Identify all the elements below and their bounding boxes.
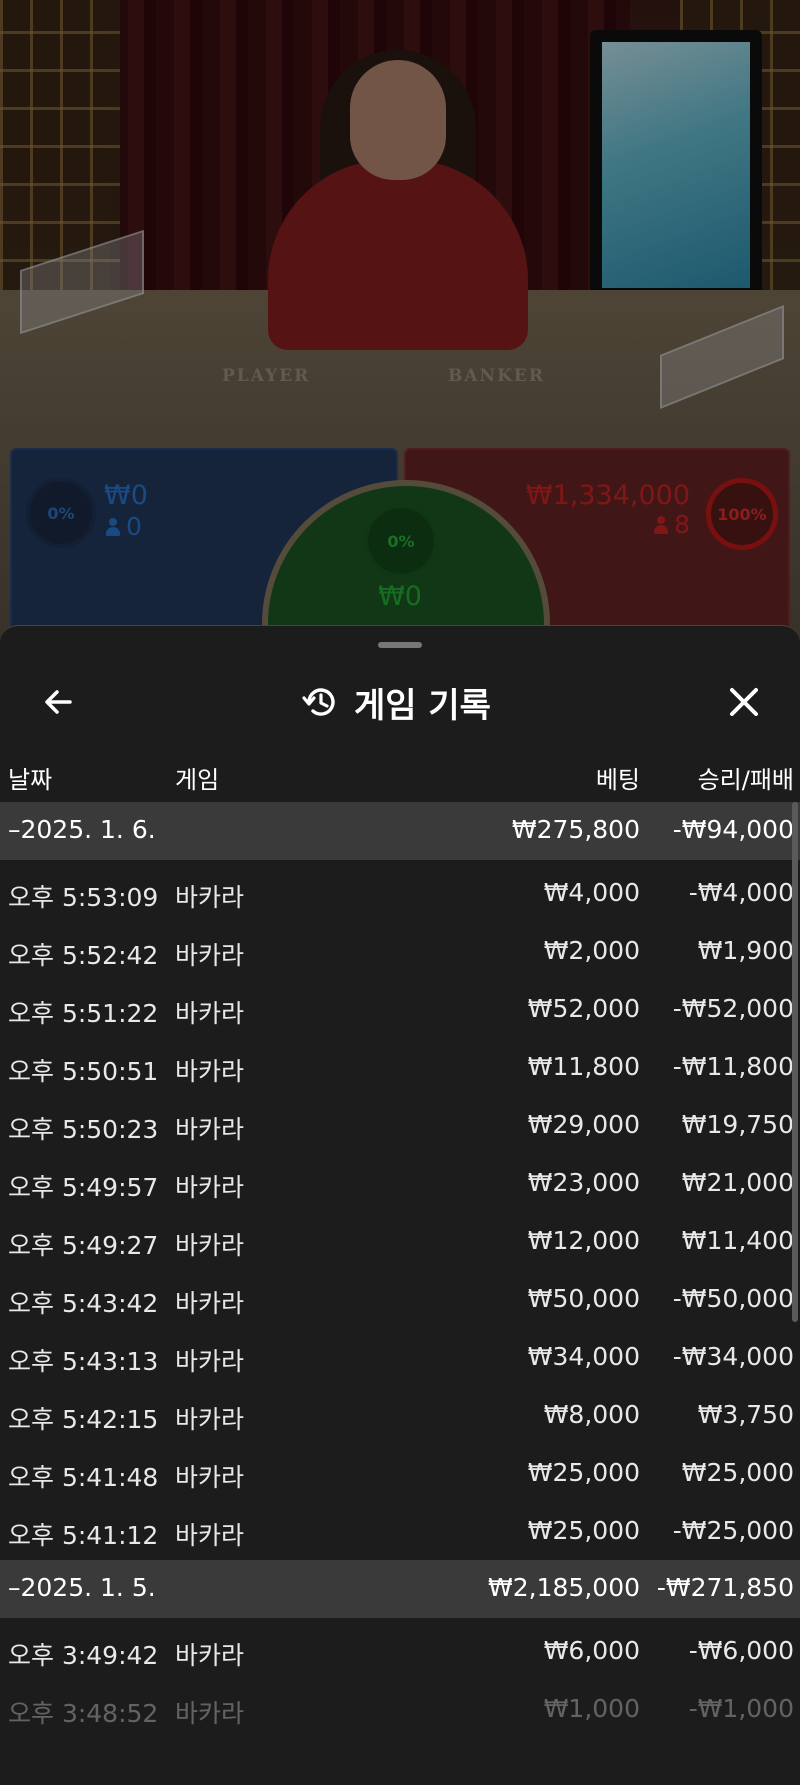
column-result: 승리/패배: [697, 766, 794, 794]
history-row[interactable]: 오후 5:43:13 바카라 ₩34,000 -₩34,000: [0, 1328, 800, 1386]
history-row[interactable]: 오후 5:51:22 바카라 ₩52,000 -₩52,000: [0, 980, 800, 1038]
row-time: 오후 5:50:23: [8, 1115, 159, 1144]
row-bet: ₩29,000: [527, 1110, 640, 1139]
row-bet: ₩25,000: [527, 1516, 640, 1545]
history-icon: [302, 688, 335, 716]
back-button[interactable]: [40, 684, 76, 720]
close-button[interactable]: [724, 682, 764, 722]
row-result: -₩11,800: [672, 1052, 794, 1081]
history-row[interactable]: 오후 5:49:57 바카라 ₩23,000 ₩21,000: [0, 1154, 800, 1212]
date-group-row[interactable]: –2025. 1. 5. ₩2,185,000 -₩271,850: [0, 1560, 800, 1618]
arrow-left-icon: [45, 690, 72, 714]
row-result: -₩25,000: [672, 1516, 794, 1545]
row-result: ₩3,750: [697, 1400, 794, 1429]
row-result: ₩21,000: [681, 1168, 794, 1197]
row-result: -₩52,000: [672, 994, 794, 1023]
row-result: -₩1,000: [688, 1694, 794, 1723]
table-header: 날짜 게임 베팅 승리/패배: [0, 756, 800, 796]
row-game: 바카라: [175, 1699, 245, 1728]
row-bet: ₩34,000: [527, 1342, 640, 1371]
row-time: 오후 5:42:15: [8, 1405, 159, 1434]
row-result: -₩34,000: [672, 1342, 794, 1371]
row-game: 바카라: [175, 883, 245, 912]
history-row[interactable]: 오후 5:53:09 바카라 ₩4,000 -₩4,000: [0, 864, 800, 922]
history-row[interactable]: 오후 5:43:42 바카라 ₩50,000 -₩50,000: [0, 1270, 800, 1328]
row-bet: ₩8,000: [543, 1400, 640, 1429]
row-bet: ₩1,000: [543, 1694, 640, 1723]
row-result: ₩11,400: [681, 1226, 794, 1255]
row-result: ₩1,900: [697, 936, 794, 965]
row-time: 오후 5:43:13: [8, 1347, 159, 1376]
row-time: 오후 3:49:42: [8, 1641, 159, 1670]
date-group-row[interactable]: –2025. 1. 6. ₩275,800 -₩94,000: [0, 802, 800, 860]
row-result: ₩25,000: [681, 1458, 794, 1487]
sheet-title-group: 게임 기록: [300, 678, 520, 726]
row-bet: ₩52,000: [527, 994, 640, 1023]
sheet-drag-handle[interactable]: [378, 642, 422, 648]
group-result-total: -₩94,000: [672, 815, 794, 844]
sheet-header: 게임 기록: [0, 656, 800, 746]
group-bet-total: ₩2,185,000: [488, 1573, 640, 1602]
history-row[interactable]: 오후 5:50:51 바카라 ₩11,800 -₩11,800: [0, 1038, 800, 1096]
history-row[interactable]: 오후 3:48:52 바카라 ₩1,000 -₩1,000: [0, 1680, 800, 1738]
row-time: 오후 5:43:42: [8, 1289, 159, 1318]
page-title: 게임 기록: [354, 685, 491, 726]
row-result: -₩4,000: [688, 878, 794, 907]
history-row[interactable]: 오후 3:49:42 바카라 ₩6,000 -₩6,000: [0, 1622, 800, 1680]
row-bet: ₩4,000: [543, 878, 640, 907]
row-game: 바카라: [175, 1289, 245, 1318]
column-bet: 베팅: [595, 766, 640, 794]
history-row[interactable]: 오후 5:50:23 바카라 ₩29,000 ₩19,750: [0, 1096, 800, 1154]
row-time: 오후 5:41:48: [8, 1463, 159, 1492]
column-date: 날짜: [8, 766, 53, 794]
row-bet: ₩2,000: [543, 936, 640, 965]
row-time: 오후 3:48:52: [8, 1699, 159, 1728]
row-bet: ₩11,800: [527, 1052, 640, 1081]
scrollbar[interactable]: [792, 802, 798, 1322]
row-game: 바카라: [175, 1173, 245, 1202]
row-bet: ₩6,000: [543, 1636, 640, 1665]
column-game: 게임: [175, 766, 220, 794]
history-row[interactable]: 오후 5:42:15 바카라 ₩8,000 ₩3,750: [0, 1386, 800, 1444]
group-bet-total: ₩275,800: [511, 815, 640, 844]
row-bet: ₩12,000: [527, 1226, 640, 1255]
close-icon: [730, 688, 758, 716]
history-row[interactable]: 오후 5:41:12 바카라 ₩25,000 -₩25,000: [0, 1502, 800, 1560]
row-game: 바카라: [175, 1641, 245, 1670]
row-game: 바카라: [175, 1405, 245, 1434]
row-game: 바카라: [175, 1231, 245, 1260]
row-time: 오후 5:41:12: [8, 1521, 159, 1550]
row-game: 바카라: [175, 1347, 245, 1376]
live-video: PLAYER BANKER 0% ₩0 0 100% ₩1,334,000 8 …: [0, 0, 800, 640]
row-game: 바카라: [175, 1463, 245, 1492]
row-time: 오후 5:53:09: [8, 883, 159, 912]
row-time: 오후 5:50:51: [8, 1057, 159, 1086]
history-row[interactable]: 오후 5:49:27 바카라 ₩12,000 ₩11,400: [0, 1212, 800, 1270]
row-game: 바카라: [175, 1521, 245, 1550]
row-game: 바카라: [175, 1057, 245, 1086]
history-row[interactable]: 오후 5:41:48 바카라 ₩25,000 ₩25,000: [0, 1444, 800, 1502]
row-time: 오후 5:51:22: [8, 999, 159, 1028]
row-bet: ₩23,000: [527, 1168, 640, 1197]
group-date: –2025. 1. 6.: [8, 815, 156, 844]
row-result: -₩6,000: [688, 1636, 794, 1665]
group-result-total: -₩271,850: [656, 1573, 794, 1602]
row-bet: ₩25,000: [527, 1458, 640, 1487]
row-time: 오후 5:49:57: [8, 1173, 159, 1202]
row-result: ₩19,750: [681, 1110, 794, 1139]
game-history-sheet: 게임 기록 날짜 게임 베팅 승리/패배 –2025. 1. 6. ₩275,80…: [0, 625, 800, 1785]
row-game: 바카라: [175, 999, 245, 1028]
row-game: 바카라: [175, 941, 245, 970]
history-row[interactable]: 오후 5:52:42 바카라 ₩2,000 ₩1,900: [0, 922, 800, 980]
video-dim-overlay: [0, 0, 800, 640]
row-time: 오후 5:49:27: [8, 1231, 159, 1260]
row-time: 오후 5:52:42: [8, 941, 159, 970]
row-game: 바카라: [175, 1115, 245, 1144]
row-result: -₩50,000: [672, 1284, 794, 1313]
group-date: –2025. 1. 5.: [8, 1573, 156, 1602]
row-bet: ₩50,000: [527, 1284, 640, 1313]
